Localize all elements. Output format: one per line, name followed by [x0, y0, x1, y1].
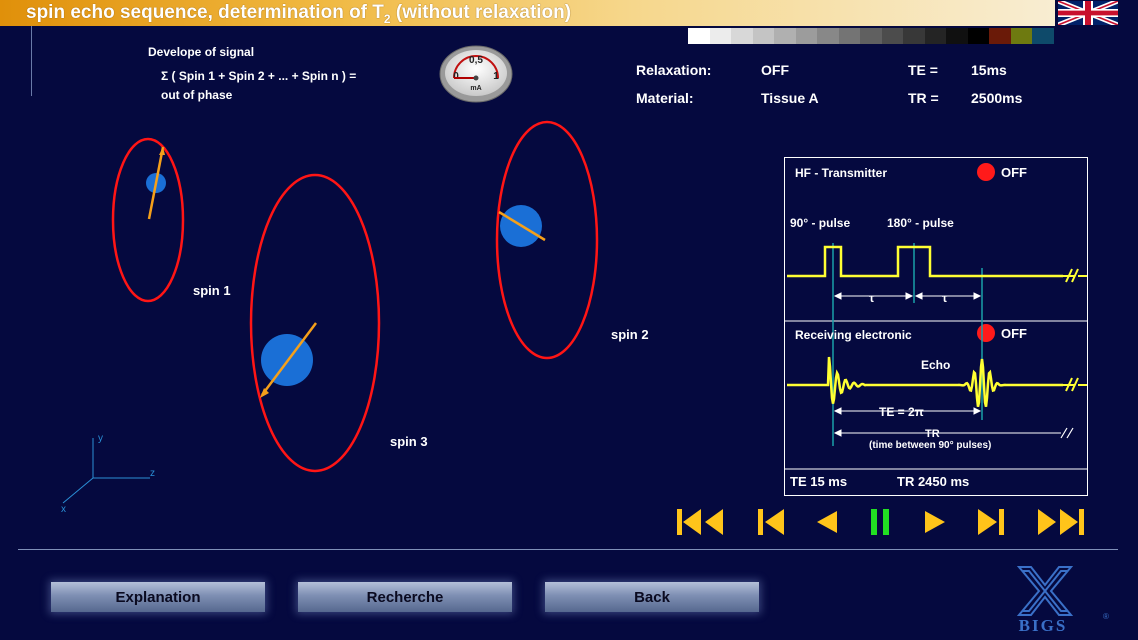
color-swatch-10: [881, 28, 903, 44]
pulse-180-label: 180° - pulse: [887, 216, 954, 230]
axis-y-label: y: [98, 433, 103, 444]
step-forward-icon[interactable]: [977, 508, 1005, 536]
color-swatch-6: [795, 28, 817, 44]
color-swatch-8: [838, 28, 860, 44]
te-value: 15ms: [971, 62, 1007, 78]
color-swatch-2: [709, 28, 731, 44]
axis-x-label: x: [61, 504, 66, 515]
pause-icon[interactable]: [869, 508, 893, 536]
color-swatch-16: [1010, 28, 1032, 44]
color-swatch-11: [903, 28, 925, 44]
color-swatch-3: [731, 28, 753, 44]
tr-note: (time between 90° pulses): [869, 440, 992, 451]
color-swatch-7: [817, 28, 839, 44]
spin-2: [495, 120, 599, 360]
color-swatch-12: [924, 28, 946, 44]
first-icon[interactable]: [676, 508, 726, 536]
hf-status: OFF: [1001, 165, 1027, 180]
tr-value: 2500ms: [971, 90, 1023, 106]
play-backward-icon[interactable]: [815, 508, 839, 536]
te-footer: TE 15 ms: [790, 474, 848, 489]
receiver-status: OFF: [1001, 326, 1027, 341]
uk-flag-icon[interactable]: [1058, 1, 1118, 25]
spin-2-label: spin 2: [611, 327, 649, 342]
tau-label-1: τ: [869, 291, 875, 305]
spin-1-label: spin 1: [193, 283, 231, 298]
transmitter-signal: [787, 245, 1063, 278]
last-icon[interactable]: [1035, 508, 1085, 536]
tr-label: TR: [925, 428, 940, 440]
spin-1-orbit: [111, 137, 185, 303]
relaxation-value: OFF: [761, 62, 789, 78]
tau-label-2: τ: [942, 291, 948, 305]
echo-label: Echo: [921, 358, 951, 372]
axis-z-label: z: [150, 468, 155, 479]
timing-arrows: [833, 292, 1074, 439]
pulse-sequence-panel: HF - Transmitter OFF 90° - pulse 180° - …: [784, 157, 1088, 496]
color-swatch-9: [860, 28, 882, 44]
color-swatch-4: [752, 28, 774, 44]
color-swatch-5: [774, 28, 796, 44]
step-back-icon[interactable]: [757, 508, 785, 536]
spin-3: [249, 173, 381, 473]
hf-transmitter-label: HF - Transmitter: [795, 166, 888, 180]
bigs-logo-mark: [1016, 566, 1074, 616]
back-button[interactable]: Back: [545, 582, 759, 612]
material-value: Tissue A: [761, 90, 819, 106]
play-forward-icon[interactable]: [923, 508, 947, 536]
spin-diagram: y z x: [61, 120, 599, 515]
footer-divider: [18, 549, 1118, 550]
receiver-led-icon: [977, 324, 995, 342]
pulse-90-label: 90° - pulse: [790, 216, 851, 230]
tr-label: TR =: [908, 90, 939, 106]
explanation-button[interactable]: Explanation: [51, 582, 265, 612]
color-swatch-13: [946, 28, 968, 44]
hf-led-icon: [977, 163, 995, 181]
registered-mark: ®: [1103, 612, 1109, 621]
bigs-logo-text: BIGS: [1019, 616, 1068, 635]
tr-footer: TR 2450 ms: [897, 474, 970, 489]
te-label: TE =: [908, 62, 938, 78]
axis-triad: y z x: [61, 433, 155, 515]
color-swatch-bar: [688, 28, 1054, 44]
spin-1: [111, 137, 185, 303]
te-equation: TE = 2π: [879, 405, 924, 419]
spin-3-label: spin 3: [390, 434, 428, 449]
color-swatch-15: [989, 28, 1011, 44]
color-swatch-14: [967, 28, 989, 44]
bigs-logo: BIGS ®: [1016, 566, 1109, 635]
recherche-button[interactable]: Recherche: [298, 582, 512, 612]
receiver-label: Receiving electronic: [795, 328, 912, 342]
color-swatch-17: [1032, 28, 1054, 44]
